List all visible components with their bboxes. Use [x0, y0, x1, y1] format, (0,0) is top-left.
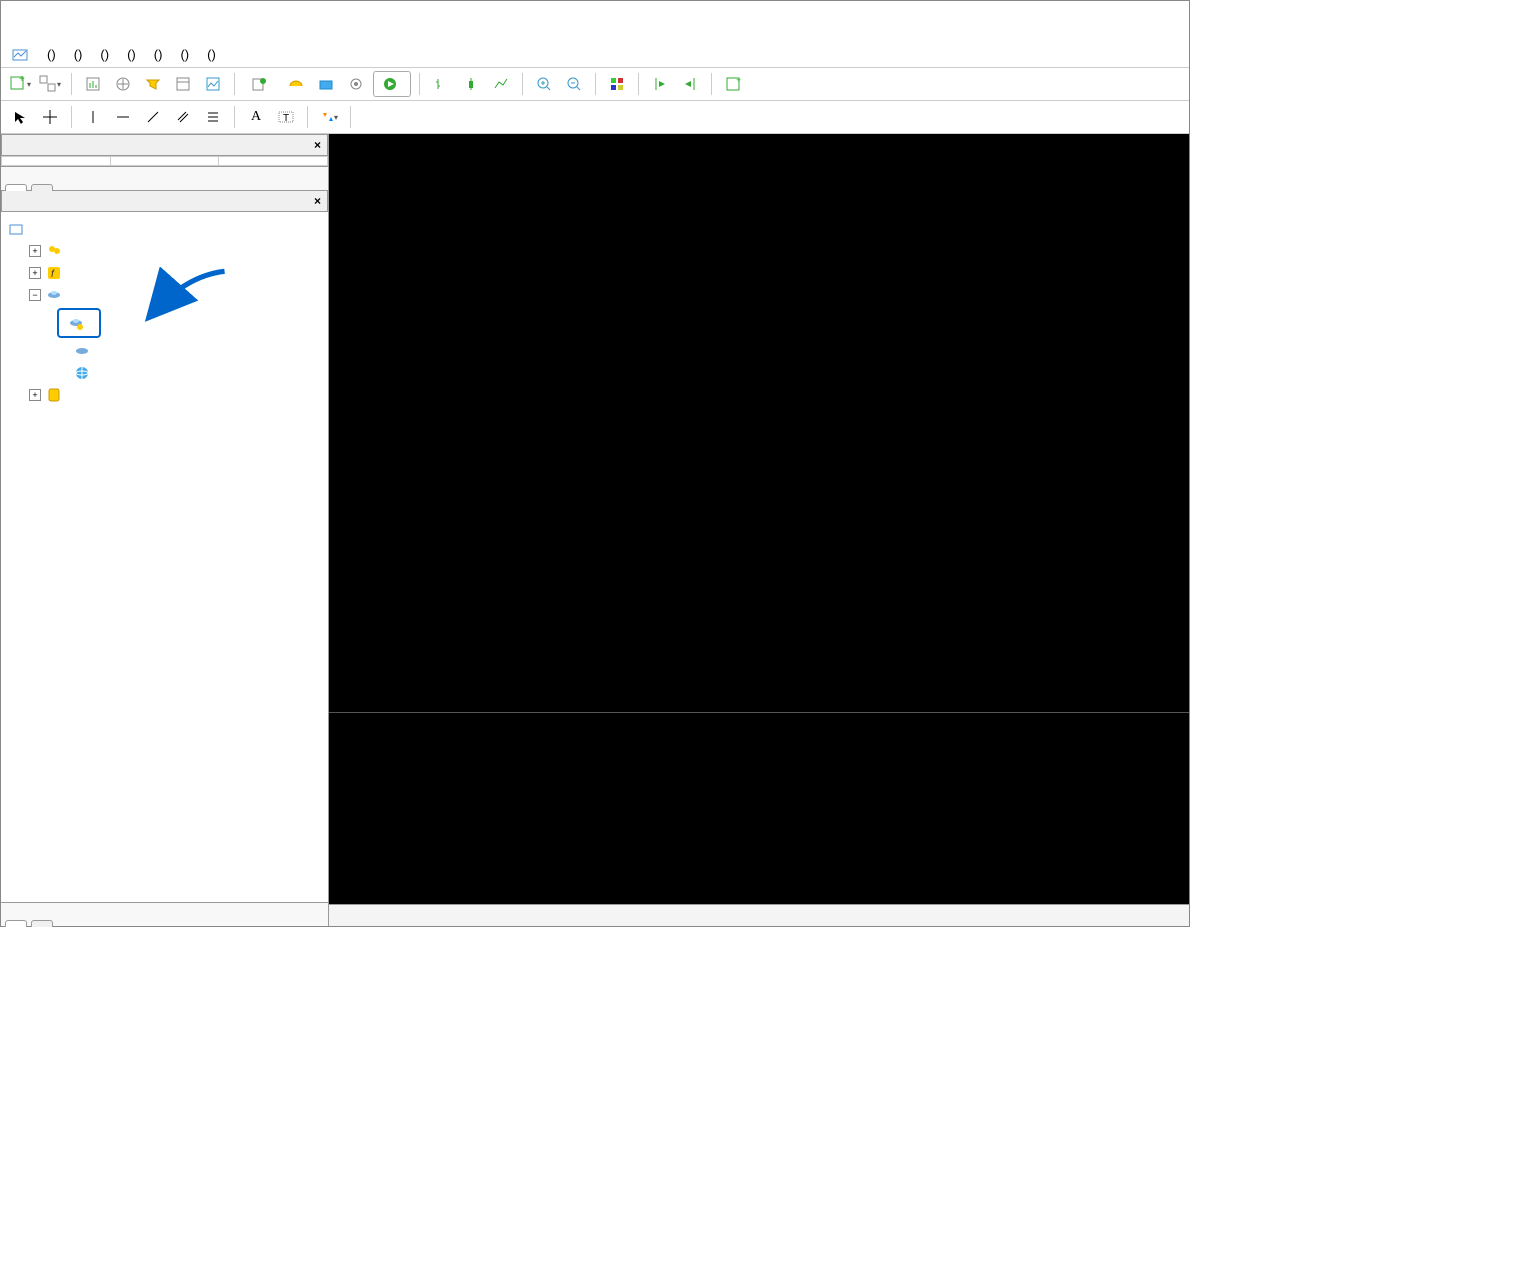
text-tool[interactable]: A [243, 104, 269, 130]
menubar: () () () () () () () [1, 41, 1189, 68]
expert-icon [67, 314, 85, 332]
text-label-tool[interactable]: T [273, 104, 299, 130]
terminal-toggle[interactable] [170, 71, 196, 97]
expert-icon [45, 286, 63, 304]
expand-icon[interactable]: + [29, 389, 41, 401]
options-button[interactable] [343, 71, 369, 97]
close-icon[interactable]: × [314, 194, 321, 208]
trendline-tool[interactable] [140, 104, 166, 130]
tab-general[interactable] [5, 920, 27, 927]
close-icon[interactable]: × [314, 138, 321, 152]
toolbar-drawing: A T ▾ [1, 101, 1189, 134]
metaquotes-button[interactable] [283, 71, 309, 97]
svg-text:+: + [736, 76, 741, 85]
menu-chart[interactable]: () [127, 47, 136, 62]
cursor-tool[interactable] [7, 104, 33, 130]
line-chart-button[interactable] [488, 71, 514, 97]
expand-icon[interactable]: + [29, 245, 41, 257]
new-order-button[interactable] [243, 71, 279, 97]
new-chart-button[interactable]: +▾ [7, 71, 33, 97]
menu-file[interactable]: () [47, 47, 56, 62]
nav-macd-sample[interactable] [57, 308, 101, 338]
tab-favorites[interactable] [31, 920, 53, 927]
svg-text:+: + [19, 75, 25, 85]
strategy-tester-toggle[interactable] [200, 71, 226, 97]
data-window-toggle[interactable] [110, 71, 136, 97]
tab-symbol-list[interactable] [5, 184, 27, 191]
profiles-button[interactable]: ▾ [37, 71, 63, 97]
col-bid[interactable] [110, 157, 219, 166]
menu-insert[interactable]: () [100, 47, 109, 62]
accounts-icon [45, 242, 63, 260]
menu-window[interactable]: () [180, 47, 189, 62]
app-icon [7, 220, 25, 238]
expert-icon [73, 342, 91, 360]
col-symbol[interactable] [2, 157, 111, 166]
tab-tick-chart[interactable] [31, 184, 53, 191]
market-watch-toggle[interactable] [80, 71, 106, 97]
app-icon [11, 45, 29, 63]
col-ask[interactable] [219, 157, 328, 166]
titlebar [1, 1, 1189, 41]
zoom-in-button[interactable] [531, 71, 557, 97]
tile-windows-button[interactable] [604, 71, 630, 97]
menu-help[interactable]: () [207, 47, 216, 62]
market-watch-header: × [1, 134, 328, 156]
expand-icon[interactable]: + [29, 267, 41, 279]
vertical-line-tool[interactable] [80, 104, 106, 130]
bar-chart-button[interactable] [428, 71, 454, 97]
auto-trading-button[interactable] [373, 71, 411, 97]
expert-advisors-button[interactable] [313, 71, 339, 97]
indicators-icon: f [45, 264, 63, 282]
market-watch-table [1, 156, 328, 166]
svg-text:T: T [283, 113, 289, 124]
arrows-tool[interactable]: ▾ [316, 104, 342, 130]
horizontal-line-tool[interactable] [110, 104, 136, 130]
collapse-icon[interactable]: − [29, 289, 41, 301]
navigator-header: × [1, 190, 328, 212]
indicators-button[interactable]: + [720, 71, 746, 97]
fibonacci-tool[interactable] [200, 104, 226, 130]
menu-tools[interactable]: () [154, 47, 163, 62]
zoom-out-button[interactable] [561, 71, 587, 97]
autoscroll-button[interactable] [647, 71, 673, 97]
toolbar-main: +▾ ▾ + [1, 68, 1189, 101]
chart-area[interactable] [329, 134, 1189, 926]
navigator-toggle[interactable] [140, 71, 166, 97]
chart-shift-button[interactable] [677, 71, 703, 97]
menu-view[interactable]: () [74, 47, 83, 62]
chart-xaxis [329, 904, 1189, 926]
candle-chart-button[interactable] [458, 71, 484, 97]
equidistant-tool[interactable] [170, 104, 196, 130]
crosshair-tool[interactable] [37, 104, 63, 130]
script-icon [45, 386, 63, 404]
globe-icon [73, 364, 91, 382]
